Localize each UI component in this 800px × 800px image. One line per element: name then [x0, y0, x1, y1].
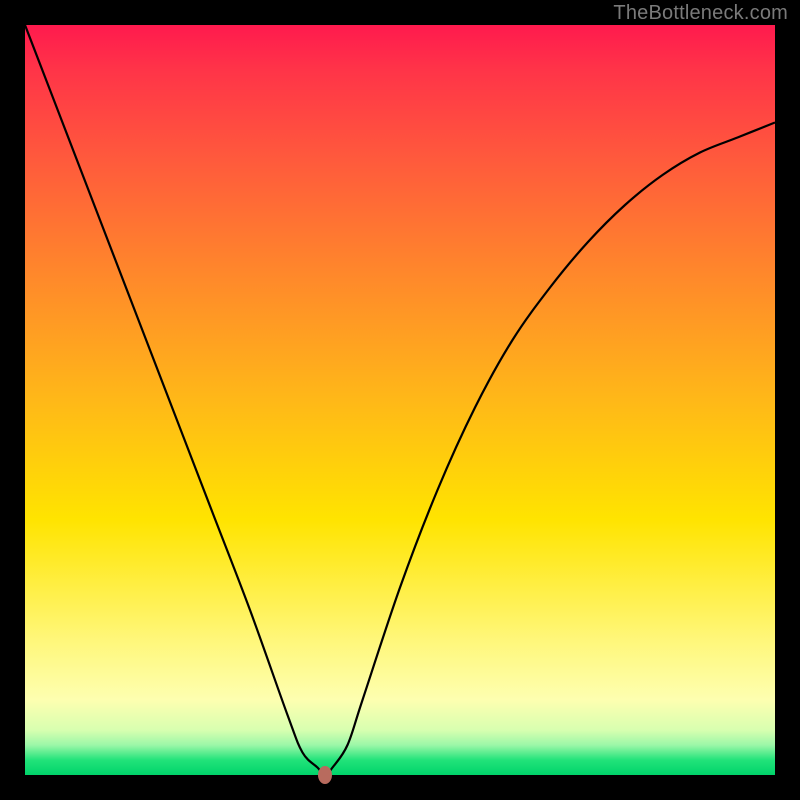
plot-area: [25, 25, 775, 775]
bottleneck-curve: [25, 25, 775, 775]
chart-outer-frame: TheBottleneck.com: [0, 0, 800, 800]
optimum-marker: [318, 766, 332, 784]
watermark-text: TheBottleneck.com: [613, 2, 788, 25]
curve-layer: [25, 25, 775, 775]
